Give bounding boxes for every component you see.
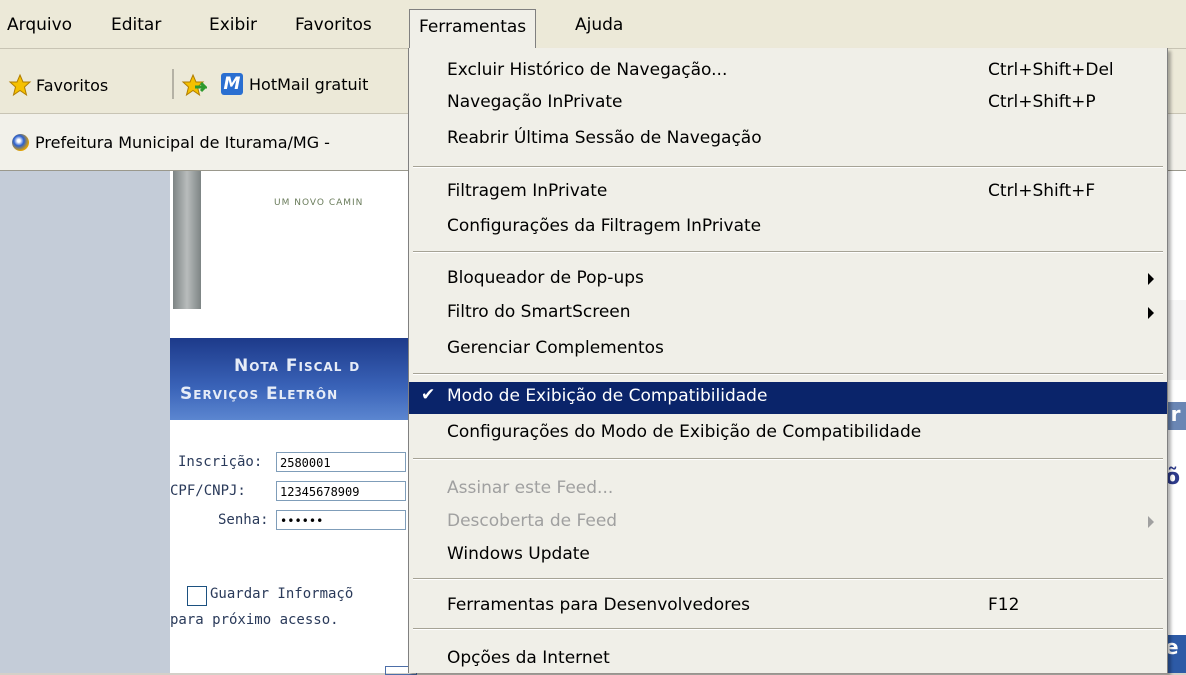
menu-item-config-compatibilidade[interactable]: Configurações do Modo de Exibição de Com… bbox=[409, 418, 1167, 448]
menu-item-modo-compatibilidade[interactable]: ✔ Modo de Exibição de Compatibilidade bbox=[409, 382, 1167, 414]
menu-separator bbox=[413, 458, 1163, 460]
page-fragment bbox=[1165, 300, 1186, 380]
favorites-button[interactable]: Favoritos bbox=[8, 73, 108, 97]
menu-exibir[interactable]: Exibir bbox=[202, 10, 264, 40]
submenu-arrow-icon bbox=[1148, 273, 1154, 285]
page-fragment-b: õ bbox=[1165, 465, 1181, 490]
menu-separator bbox=[413, 166, 1163, 168]
submenu-arrow-icon bbox=[1148, 307, 1154, 319]
guardar-label: Guardar Informaçõ bbox=[210, 586, 354, 602]
add-favorite-star-icon bbox=[181, 73, 207, 97]
menu-item-filtragem-inprivate[interactable]: Filtragem InPrivate Ctrl+Shift+F bbox=[409, 177, 1167, 207]
nfse-heading-line2: Serviços Eletrôn bbox=[180, 384, 339, 404]
star-icon bbox=[8, 73, 32, 97]
checkmark-icon: ✔ bbox=[421, 385, 436, 405]
slogan: UM NOVO CAMIN bbox=[274, 198, 364, 208]
hotmail-link[interactable]: M HotMail gratuit bbox=[221, 73, 368, 95]
menu-item-reabrir-sessao[interactable]: Reabrir Última Sessão de Navegação bbox=[409, 124, 1167, 154]
cpf-label: CPF/CNPJ: bbox=[170, 483, 246, 499]
proximo-label: para próximo acesso. bbox=[170, 612, 339, 628]
separator bbox=[172, 69, 174, 99]
hotmail-label: HotMail gratuit bbox=[249, 74, 369, 94]
tools-dropdown-menu: Excluir Histórico de Navegação... Ctrl+S… bbox=[408, 48, 1168, 673]
menu-favoritos[interactable]: Favoritos bbox=[288, 10, 379, 40]
inscricao-input[interactable]: 2580001 bbox=[276, 452, 406, 472]
banner-image bbox=[173, 171, 201, 309]
menu-item-gerenciar-complementos[interactable]: Gerenciar Complementos bbox=[409, 334, 1167, 364]
menu-item-assinar-feed: Assinar este Feed... bbox=[447, 478, 614, 498]
menu-separator bbox=[413, 578, 1163, 580]
menu-item-windows-update[interactable]: Windows Update bbox=[409, 540, 1167, 570]
submenu-arrow-icon bbox=[1148, 516, 1154, 528]
senha-label: Senha: bbox=[218, 512, 269, 528]
menu-item-opcoes-internet[interactable]: Opções da Internet bbox=[409, 644, 1167, 674]
menu-arquivo[interactable]: Arquivo bbox=[0, 10, 79, 40]
tab-prefeitura[interactable]: Prefeitura Municipal de Iturama/MG - bbox=[0, 124, 330, 160]
menu-separator bbox=[413, 251, 1163, 253]
menu-separator bbox=[413, 373, 1163, 375]
favorites-label: Favoritos bbox=[36, 75, 109, 95]
menu-item-filtro-smartscreen[interactable]: Filtro do SmartScreen bbox=[409, 298, 1167, 328]
menu-item-navegacao-inprivate[interactable]: Navegação InPrivate Ctrl+Shift+P bbox=[409, 88, 1167, 118]
menu-bar: Arquivo Editar Exibir Favoritos Ferramen… bbox=[0, 0, 1186, 49]
senha-input[interactable]: •••••• bbox=[276, 510, 406, 530]
menu-item-ferramentas-desenvolvedores[interactable]: Ferramentas para Desenvolvedores F12 bbox=[409, 591, 1167, 621]
menu-item-bloqueador-popups[interactable]: Bloqueador de Pop-ups bbox=[409, 264, 1167, 294]
inscricao-label: Inscrição: bbox=[178, 454, 263, 470]
guardar-checkbox[interactable] bbox=[187, 586, 207, 606]
menu-ajuda[interactable]: Ajuda bbox=[568, 10, 630, 40]
msn-icon: M bbox=[221, 73, 243, 95]
add-favorites-button[interactable] bbox=[181, 73, 207, 97]
menu-item-excluir-historico[interactable]: Excluir Histórico de Navegação... Ctrl+S… bbox=[409, 56, 1167, 86]
cpf-input[interactable]: 12345678909 bbox=[276, 481, 406, 501]
menu-ferramentas[interactable]: Ferramentas bbox=[409, 9, 537, 48]
menu-separator bbox=[413, 628, 1163, 630]
site-icon bbox=[12, 133, 29, 151]
nfse-heading-line1: Nota Fiscal d bbox=[234, 356, 361, 376]
page-fragment-a: r bbox=[1165, 402, 1186, 430]
page-fragment-c: e bbox=[1165, 635, 1186, 673]
menu-item-config-filtragem[interactable]: Configurações da Filtragem InPrivate bbox=[409, 212, 1167, 242]
menu-editar[interactable]: Editar bbox=[104, 10, 168, 40]
nfse-header: Nota Fiscal d Serviços Eletrôn bbox=[170, 338, 415, 420]
tab-title: Prefeitura Municipal de Iturama/MG - bbox=[35, 132, 330, 152]
menu-item-descoberta-feed: Descoberta de Feed bbox=[409, 507, 1167, 537]
